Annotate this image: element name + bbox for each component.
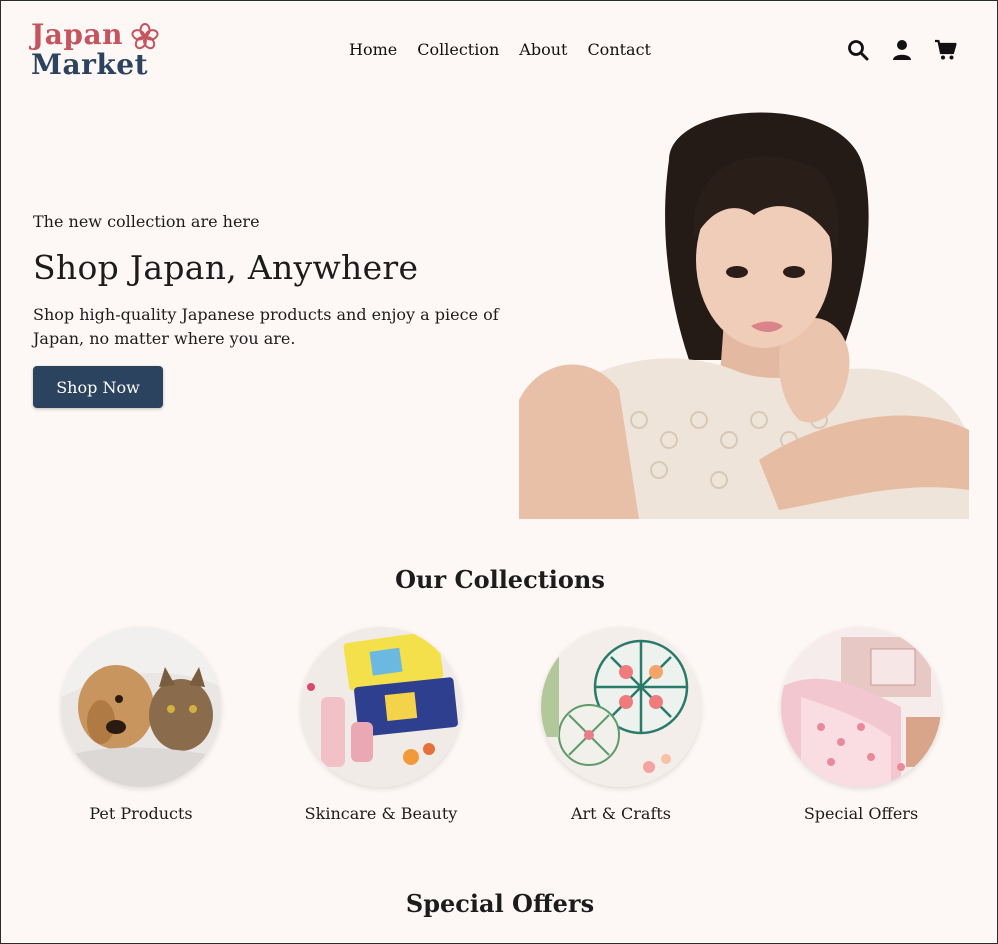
special-offers-title: Special Offers: [405, 889, 595, 918]
collection-label: Art & Crafts: [570, 804, 672, 823]
collection-label: Skincare & Beauty: [304, 804, 458, 823]
skincare-beauty-image: [301, 627, 461, 787]
collection-label: Special Offers: [803, 804, 919, 823]
nav-collection[interactable]: Collection: [417, 39, 499, 61]
collection-art-crafts[interactable]: Art & Crafts: [501, 627, 741, 825]
collection-special-offers[interactable]: Special Offers: [741, 627, 981, 825]
logo-text-japan: Japan: [31, 18, 123, 51]
logo[interactable]: Japan Market: [31, 19, 161, 81]
pet-products-image: [61, 627, 221, 787]
sakura-icon: [131, 23, 159, 50]
shop-now-button[interactable]: Shop Now: [33, 366, 163, 408]
special-offers-image: [781, 627, 941, 787]
site-header: Japan Market Home Collection About Conta…: [1, 1, 998, 99]
nav-about[interactable]: About: [519, 39, 567, 61]
logo-text-market: Market: [31, 48, 149, 81]
search-icon[interactable]: [846, 38, 870, 62]
collection-skincare-beauty[interactable]: Skincare & Beauty: [261, 627, 501, 825]
hero-description: Shop high-quality Japanese products and …: [33, 305, 499, 348]
cart-icon[interactable]: [934, 38, 958, 62]
header-icons: [846, 38, 958, 62]
main-nav: Home Collection About Contact: [349, 39, 651, 61]
collections-title: Our Collections: [395, 565, 605, 594]
collection-pet-products[interactable]: Pet Products: [21, 627, 261, 825]
hero-model-image: [519, 100, 969, 519]
nav-home[interactable]: Home: [349, 39, 397, 61]
collection-label: Pet Products: [89, 804, 193, 823]
art-crafts-image: [541, 627, 701, 787]
user-icon[interactable]: [890, 38, 914, 62]
nav-contact[interactable]: Contact: [587, 39, 651, 61]
hero-subtitle: The new collection are here: [33, 212, 260, 231]
hero-title: Shop Japan, Anywhere: [33, 248, 419, 287]
